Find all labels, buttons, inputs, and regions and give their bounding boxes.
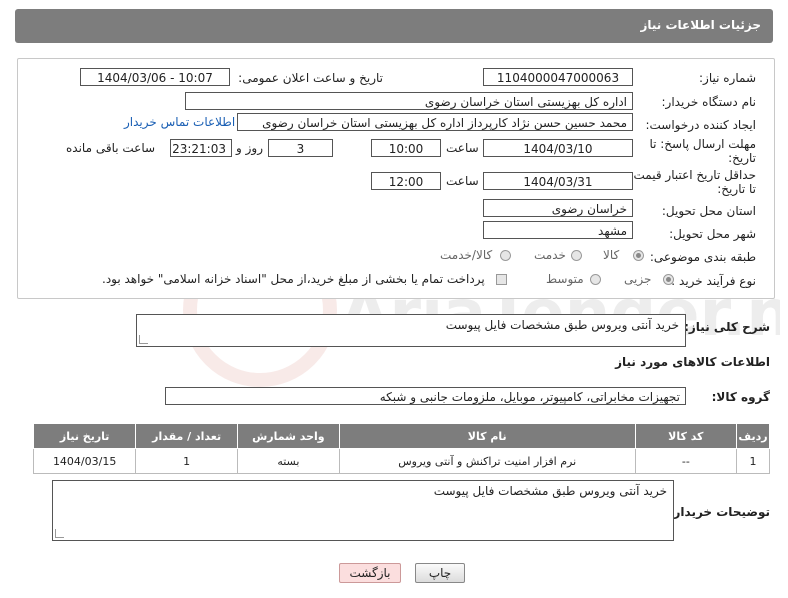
treasury-payment-checkbox[interactable] [496,274,507,285]
goods-group-label: گروه کالا: [711,390,770,404]
resize-grip-icon[interactable] [55,529,64,538]
remaining-time-label: ساعت باقی مانده [66,141,156,155]
page-title: جزئیات اطلاعات نیاز [640,18,761,32]
province-label: استان محل تحویل: [661,204,756,218]
process-medium-label: متوسط [546,272,584,286]
col-row: ردیف [736,423,770,449]
print-button[interactable]: چاپ [415,563,465,583]
category-goods-radio[interactable] [633,250,644,261]
process-medium-radio[interactable] [590,274,601,285]
creator-field[interactable]: محمد حسین حسن نژاد کارپرداز اداره کل بهز… [237,113,633,131]
creator-label: ایجاد کننده درخواست: [645,118,756,132]
cell-code: -- [634,448,738,474]
col-qty: تعداد / مقدار [135,423,238,449]
buyer-notes-text: خرید آنتی ویروس طبق مشخصات فایل پیوست [433,484,667,498]
buyer-org-label: نام دستگاه خریدار: [661,95,757,109]
category-goods-service-radio[interactable] [500,250,511,261]
province-field[interactable]: خراسان رضوی [483,199,633,217]
summary-label: شرح کلی نیاز: [684,320,770,334]
validity-time-field[interactable]: 12:00 [371,172,441,190]
cell-unit: بسته [236,448,340,474]
announce-datetime-label: تاریخ و ساعت اعلان عمومی: [238,71,383,85]
goods-table-header: ردیف کد کالا نام کالا واحد شمارش تعداد /… [32,423,770,449]
goods-section-title: اطلاعات کالاهای مورد نیاز [615,355,770,369]
days-and-label: روز و [236,141,263,155]
buyer-org-field[interactable]: اداره کل بهزیستی استان خراسان رضوی [185,92,633,110]
cell-name: نرم افزار امنیت تراکنش و آنتی ویروس [338,448,636,474]
category-goods-label: کالا [603,248,620,262]
col-code: کد کالا [634,423,738,449]
goods-table: ردیف کد کالا نام کالا واحد شمارش تعداد /… [32,423,770,474]
deadline-time-label: ساعت [446,141,479,155]
summary-textarea[interactable]: خرید آنتی ویروس طبق مشخصات فایل پیوست [136,314,686,347]
treasury-payment-label: پرداخت تمام یا بخشی از مبلغ خرید،از محل … [102,272,485,286]
buyer-contact-link[interactable]: اطلاعات تماس خریدار [124,115,235,129]
validity-label-date: تا تاریخ: [717,182,756,196]
summary-text: خرید آنتی ویروس طبق مشخصات فایل پیوست [445,318,679,332]
buyer-notes-label: توضیحات خریدار: [668,505,770,519]
cell-row: 1 [736,448,770,474]
category-goods-service-label: کالا/خدمت [440,248,493,262]
page-header: جزئیات اطلاعات نیاز [15,9,773,43]
col-date: تاریخ نیاز [32,423,137,449]
validity-label: حداقل تاریخ اعتبار قیمت: [629,168,756,182]
remaining-days-field[interactable]: 3 [268,139,333,157]
goods-group-field[interactable]: تجهیزات مخابراتی، کامپیوتر، موبایل، ملزو… [165,387,686,405]
need-number-field[interactable]: 1104000047000063 [483,68,633,86]
validity-date-field[interactable]: 1404/03/31 [483,172,633,190]
deadline-label: مهلت ارسال پاسخ: تا [649,137,756,151]
category-label: طبقه بندی موضوعی: [649,250,756,264]
table-row: 1 -- نرم افزار امنیت تراکنش و آنتی ویروس… [32,448,770,474]
col-name: نام کالا [338,423,636,449]
category-service-label: خدمت [534,248,566,262]
back-button[interactable]: بازگشت [339,563,401,583]
validity-time-label: ساعت [446,174,479,188]
resize-grip-icon[interactable] [139,335,148,344]
cell-qty: 1 [135,448,238,474]
buyer-notes-textarea[interactable]: خرید آنتی ویروس طبق مشخصات فایل پیوست [52,480,674,541]
process-minor-radio[interactable] [663,274,674,285]
process-minor-label: جزیی [624,272,652,286]
remaining-time-field[interactable]: 23:21:03 [170,139,232,157]
col-unit: واحد شمارش [236,423,340,449]
city-field[interactable]: مشهد [483,221,633,239]
deadline-label-date: تاریخ: [728,151,756,165]
cell-date: 1404/03/15 [32,448,137,474]
category-service-radio[interactable] [571,250,582,261]
deadline-date-field[interactable]: 1404/03/10 [483,139,633,157]
announce-datetime-field[interactable]: 1404/03/06 - 10:07 [80,68,230,86]
process-type-label: نوع فرآیند خرید : [671,274,756,288]
deadline-time-field[interactable]: 10:00 [371,139,441,157]
city-label: شهر محل تحویل: [669,227,756,241]
need-number-label: شماره نیاز: [699,71,756,85]
